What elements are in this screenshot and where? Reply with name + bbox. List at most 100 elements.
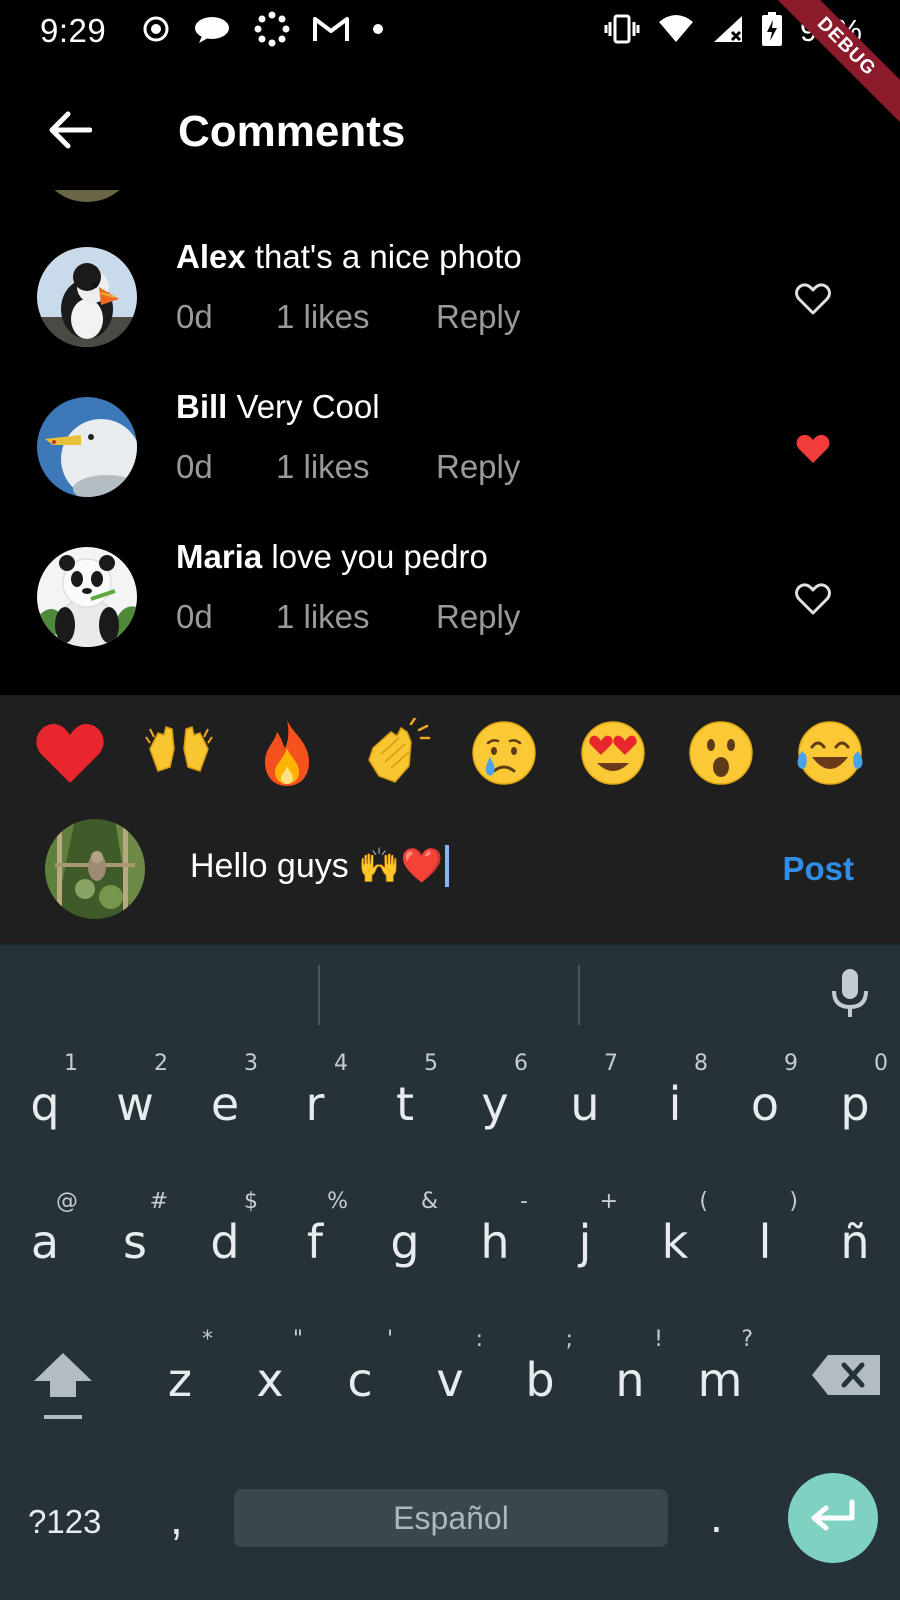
- key-hint: @: [56, 1189, 78, 1214]
- reaction-raising-hands[interactable]: [139, 713, 219, 793]
- comment-username[interactable]: Alex: [176, 238, 246, 275]
- reply-button[interactable]: Reply: [436, 448, 520, 486]
- key-label: m: [697, 1353, 743, 1407]
- key-label: z: [167, 1353, 193, 1407]
- key-d[interactable]: d $: [180, 1181, 270, 1301]
- key-w[interactable]: w2: [90, 1043, 180, 1163]
- key-hint: (: [699, 1189, 708, 1214]
- comment-message: Very Cool: [236, 388, 380, 425]
- comment-meta: 0d 1 likes Reply: [176, 448, 520, 486]
- key-hint: 1: [64, 1051, 78, 1076]
- status-bar: 9:29 91% DEBUG: [0, 0, 900, 129]
- heart-outline-icon[interactable]: [792, 278, 834, 320]
- key-hint: ): [789, 1189, 798, 1214]
- comment-username[interactable]: Bill: [176, 388, 227, 425]
- key-n[interactable]: n!: [585, 1319, 675, 1439]
- avatar-seagull[interactable]: [37, 397, 137, 497]
- heart-filled-icon[interactable]: [792, 428, 834, 470]
- avatar-owl[interactable]: [45, 819, 145, 919]
- key-label: n: [615, 1353, 645, 1407]
- loading-icon: [254, 11, 290, 52]
- comment-time: 0d: [176, 598, 213, 635]
- reply-button[interactable]: Reply: [436, 598, 520, 636]
- microphone-icon[interactable]: [830, 967, 870, 1024]
- backspace-key[interactable]: [792, 1319, 882, 1439]
- key-k[interactable]: k(: [630, 1181, 720, 1301]
- space-key[interactable]: Español: [234, 1489, 668, 1547]
- reaction-surprised[interactable]: [681, 713, 761, 793]
- key-b[interactable]: b;: [495, 1319, 585, 1439]
- key-v[interactable]: v:: [405, 1319, 495, 1439]
- key-label: c: [347, 1353, 373, 1407]
- comment-likes[interactable]: 1 likes: [276, 448, 436, 486]
- reaction-clapping[interactable]: [356, 713, 436, 793]
- key-hint: 4: [334, 1051, 348, 1076]
- back-button[interactable]: [25, 87, 115, 177]
- key-p[interactable]: p0: [810, 1043, 900, 1163]
- comment-time: 0d: [176, 448, 213, 485]
- key-hint: ;: [565, 1327, 573, 1352]
- period-key[interactable]: .: [710, 1489, 723, 1543]
- key-hint: 2: [154, 1051, 168, 1076]
- key-f[interactable]: f%: [270, 1181, 360, 1301]
- reaction-heart[interactable]: [30, 713, 110, 793]
- key-z[interactable]: z *: [135, 1319, 225, 1439]
- key-r[interactable]: r4: [270, 1043, 360, 1163]
- signal-icon: [712, 14, 744, 49]
- enter-icon: [808, 1498, 858, 1539]
- post-button[interactable]: Post: [782, 850, 854, 888]
- key-hint: $: [244, 1189, 258, 1214]
- reply-button[interactable]: Reply: [436, 298, 520, 336]
- key-y[interactable]: y6: [450, 1043, 540, 1163]
- key-j[interactable]: j +: [540, 1181, 630, 1301]
- reaction-heart-eyes[interactable]: [573, 713, 653, 793]
- back-arrow-icon: [48, 110, 93, 155]
- key-a[interactable]: a @: [0, 1181, 90, 1301]
- comment-likes[interactable]: 1 likes: [276, 298, 436, 336]
- reaction-crying[interactable]: [464, 713, 544, 793]
- key-x[interactable]: x ": [225, 1319, 315, 1439]
- key-u[interactable]: u7: [540, 1043, 630, 1163]
- key-l[interactable]: l): [720, 1181, 810, 1301]
- enter-key[interactable]: [788, 1473, 878, 1563]
- comment-input-value: Hello guys 🙌❤️: [190, 847, 443, 885]
- key-hint: *: [202, 1327, 213, 1352]
- key-i[interactable]: i8: [630, 1043, 720, 1163]
- key-g[interactable]: g &: [360, 1181, 450, 1301]
- key-e[interactable]: e3: [180, 1043, 270, 1163]
- avatar-puffin[interactable]: [37, 247, 137, 347]
- dot-icon: [372, 22, 384, 40]
- reaction-tears-of-joy[interactable]: [790, 713, 870, 793]
- wifi-icon: [658, 14, 694, 49]
- avatar-panda[interactable]: [37, 547, 137, 647]
- key-label: o: [750, 1077, 780, 1131]
- key-hint: ": [292, 1327, 303, 1352]
- comment-item: Alex that's a nice photo 0d 1 likes Repl…: [0, 230, 900, 380]
- key-c[interactable]: c ': [315, 1319, 405, 1439]
- key-s[interactable]: s #: [90, 1181, 180, 1301]
- key-hint: &: [420, 1189, 438, 1214]
- comment-username[interactable]: Maria: [176, 538, 262, 575]
- key-m[interactable]: m?: [675, 1319, 765, 1439]
- symbols-key[interactable]: ?123: [28, 1503, 101, 1541]
- avatar[interactable]: [37, 190, 137, 202]
- key-t[interactable]: t5: [360, 1043, 450, 1163]
- gmail-icon: [312, 14, 350, 49]
- comment-likes[interactable]: 1 likes: [276, 598, 436, 636]
- key-h[interactable]: h-: [450, 1181, 540, 1301]
- comment-item: Maria love you pedro 0d 1 likes Reply: [0, 530, 900, 680]
- comma-key[interactable]: ,: [170, 1491, 183, 1545]
- reaction-fire[interactable]: [247, 713, 327, 793]
- comment-message: that's a nice photo: [254, 238, 522, 275]
- comments-list[interactable]: Alex that's a nice photo 0d 1 likes Repl…: [0, 190, 900, 695]
- comment-input[interactable]: Hello guys 🙌❤️: [190, 845, 449, 887]
- key-row-3: z * x " c ' v: b; n! m?: [0, 1319, 900, 1449]
- shift-key[interactable]: [18, 1319, 108, 1439]
- heart-outline-icon[interactable]: [792, 578, 834, 620]
- key-hint: 6: [514, 1051, 528, 1076]
- key-ñ[interactable]: ñ: [810, 1181, 900, 1301]
- key-label: v: [436, 1353, 464, 1407]
- key-o[interactable]: o9: [720, 1043, 810, 1163]
- battery-percent: 91%: [799, 13, 862, 48]
- key-q[interactable]: q1: [0, 1043, 90, 1163]
